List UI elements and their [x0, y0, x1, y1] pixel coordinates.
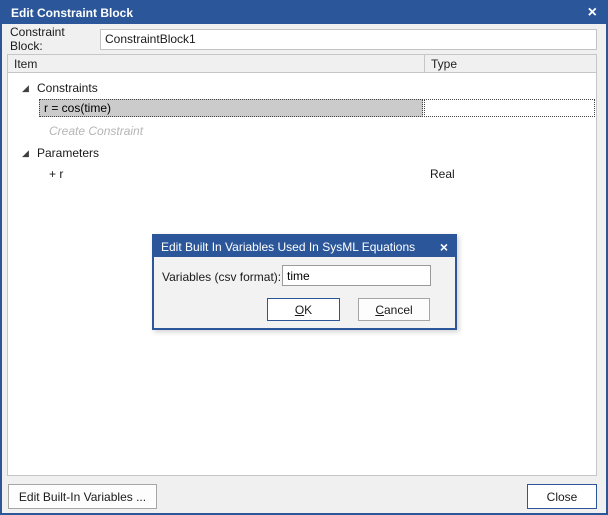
- parameter-name-cell: + r: [8, 167, 424, 181]
- modal-titlebar: Edit Built In Variables Used In SysML Eq…: [154, 236, 455, 257]
- expanded-triangle-icon[interactable]: ◢: [22, 83, 34, 93]
- edit-variables-modal: Edit Built In Variables Used In SysML Eq…: [152, 234, 457, 330]
- constraint-block-field-row: Constraint Block:: [10, 28, 597, 50]
- dialog-titlebar: Edit Constraint Block ×: [2, 2, 606, 24]
- edit-built-in-variables-button[interactable]: Edit Built-In Variables ...: [8, 484, 157, 509]
- constraint-type-cell[interactable]: [424, 99, 595, 117]
- edit-constraint-block-dialog: Edit Constraint Block × Constraint Block…: [0, 0, 608, 515]
- constraint-block-input[interactable]: [100, 29, 597, 50]
- variables-label: Variables (csv format):: [162, 270, 281, 284]
- parameter-type-cell: Real: [424, 167, 596, 181]
- variables-input[interactable]: [282, 265, 431, 286]
- constraint-row-selected[interactable]: r = cos(time): [8, 98, 596, 117]
- modal-title: Edit Built In Variables Used In SysML Eq…: [161, 240, 440, 254]
- table-header: Item Type: [8, 55, 596, 73]
- dialog-title: Edit Constraint Block: [11, 6, 588, 20]
- tree-group-constraints[interactable]: ◢ Constraints: [8, 78, 596, 97]
- column-header-type[interactable]: Type: [424, 55, 596, 72]
- modal-body: Variables (csv format): OK Cancel: [154, 257, 455, 328]
- column-header-item[interactable]: Item: [8, 57, 424, 71]
- tree-group-label: Parameters: [34, 146, 99, 160]
- tree-group-label: Constraints: [34, 81, 98, 95]
- constraint-expression-cell[interactable]: r = cos(time): [39, 99, 423, 117]
- ok-button[interactable]: OK: [267, 298, 340, 321]
- constraint-block-label: Constraint Block:: [10, 25, 100, 53]
- create-constraint-row[interactable]: Create Constraint: [8, 121, 596, 140]
- parameter-row[interactable]: + r Real: [8, 164, 596, 183]
- close-button[interactable]: Close: [527, 484, 597, 509]
- modal-close-icon[interactable]: ×: [440, 239, 448, 255]
- expanded-triangle-icon[interactable]: ◢: [22, 148, 34, 158]
- tree-group-parameters[interactable]: ◢ Parameters: [8, 143, 596, 162]
- close-icon[interactable]: ×: [588, 5, 597, 21]
- cancel-button[interactable]: Cancel: [358, 298, 430, 321]
